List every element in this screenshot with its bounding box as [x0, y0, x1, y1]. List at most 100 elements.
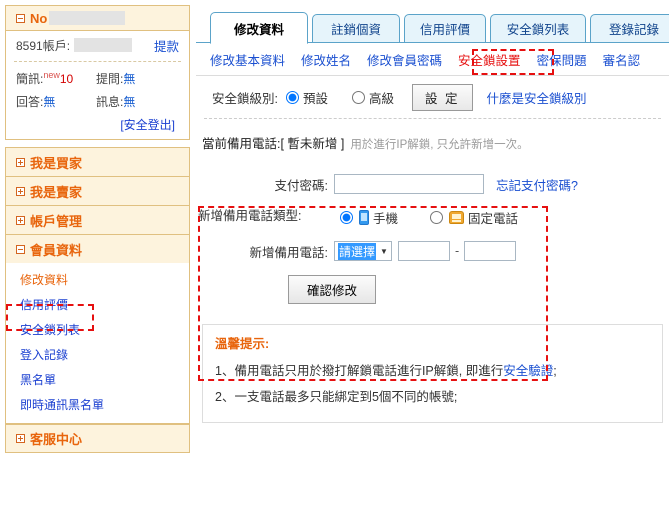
account-label: 8591帳戶: [16, 38, 71, 53]
pay-password-row: 支付密碼: 忘記支付密碼? [198, 174, 669, 194]
submenu-item-basic-info[interactable]: 修改基本資料 [210, 50, 285, 69]
submenu-item-verification[interactable]: 審名認 [603, 50, 641, 69]
stat-message-label: 訊息: [96, 95, 124, 109]
new-phone-separator: - [454, 244, 460, 258]
phone-type-row: 新增備用電話類型: 手機 固定電話 [198, 208, 669, 227]
new-phone-label: 新增備用電話: [249, 245, 328, 260]
submenu-item-lock-setting[interactable]: 安全鎖設置 [458, 50, 521, 69]
tab-strip: 修改資料 註銷個資 信用評價 安全鎖列表 登錄記錄 [196, 8, 669, 44]
sidebar-item-blacklist[interactable]: 黑名單 [6, 367, 189, 392]
stats-row-2: 回答:無 訊息:無 [16, 93, 179, 110]
set-button[interactable]: 設 定 [412, 83, 473, 111]
tips-panel: 溫馨提示: 1、備用電話只用於撥打解鎖電話進行IP解鎖, 即進行安全驗證; 2、… [202, 324, 663, 423]
lock-level-help-link[interactable]: 什麼是安全鎖級別 [487, 88, 587, 107]
sidebar-section-buyer[interactable]: 我是買家 [5, 147, 190, 176]
lock-level-option-default-label: 預設 [302, 91, 328, 106]
sidebar-section-member[interactable]: 會員資料 [5, 234, 190, 263]
sidebar-item-login-record[interactable]: 登入記錄 [6, 342, 189, 367]
plus-toggle-icon[interactable] [16, 215, 25, 225]
confirm-modify-button[interactable]: 確認修改 [288, 275, 377, 304]
submenu-item-change-password[interactable]: 修改會員密碼 [367, 50, 442, 69]
lock-level-option-advanced-label: 高級 [369, 91, 395, 106]
mobile-phone-icon [359, 210, 369, 225]
sidebar-section-support[interactable]: 客服中心 [5, 424, 190, 453]
lock-level-radio-default[interactable] [285, 90, 299, 104]
phone-type-radio-mobile[interactable] [340, 211, 353, 224]
stat-sms-value[interactable]: 10 [60, 72, 73, 86]
stat-message-value[interactable]: 無 [123, 95, 135, 109]
new-phone-part2-input[interactable] [464, 241, 517, 261]
user-header: No [5, 5, 190, 31]
tips-title: 溫馨提示: [215, 337, 270, 351]
user-name-redacted [49, 11, 126, 25]
stat-sms-label: 簡訊: [16, 72, 44, 86]
phone-type-option-mobile-label: 手機 [373, 212, 399, 226]
lock-level-radio-advanced[interactable] [352, 90, 365, 104]
new-phone-area-select[interactable]: 請選擇 ▼ [334, 241, 392, 261]
tab-cancel-account[interactable]: 註銷個資 [312, 14, 400, 43]
telephone-icon [449, 211, 465, 224]
new-phone-row: 新增備用電話: 請選擇 ▼ - [198, 241, 669, 261]
stat-question-label: 提問: [96, 72, 124, 86]
tab-login-record[interactable]: 登錄記錄 [590, 14, 669, 43]
sidebar-item-edit-profile[interactable]: 修改資料 [6, 267, 189, 292]
sidebar-section-account-label: 帳戶管理 [30, 213, 83, 229]
lock-level-label: 安全鎖級別: [212, 91, 278, 106]
minus-toggle-icon[interactable] [16, 13, 25, 23]
sidebar-section-seller[interactable]: 我是賣家 [5, 176, 190, 205]
phone-type-options: 手機 固定電話 [334, 208, 518, 227]
current-backup-phone-label: 當前備用電話: [202, 137, 281, 151]
pay-password-label: 支付密碼: [274, 178, 328, 193]
stats-row-1: 簡訊:new10 提問:無 [16, 70, 179, 87]
pay-password-input[interactable] [334, 174, 484, 194]
current-backup-phone-value: [ 暫未新增 ] [280, 137, 345, 151]
tips-item-1-suffix: ; [553, 364, 557, 378]
secure-logout-link[interactable]: [安全登出] [120, 118, 175, 132]
tab-login-record-label: 登錄記錄 [608, 23, 659, 37]
sidebar-submenu-member: 修改資料 信用評價 安全鎖列表 登入記錄 黑名單 即時通訊黑名單 [5, 263, 190, 424]
withdraw-link[interactable]: 提款 [154, 36, 179, 55]
forgot-pay-password-link[interactable]: 忘記支付密碼? [496, 175, 578, 194]
sidebar-section-support-label: 客服中心 [30, 432, 83, 447]
sidebar-item-credit-rating[interactable]: 信用評價 [6, 292, 189, 317]
tab-credit-rating[interactable]: 信用評價 [404, 14, 486, 43]
phone-type-radio-landline[interactable] [430, 211, 444, 224]
tips-item-2: 2、一支電話最多只能綁定到5個不同的帳號; [215, 386, 650, 405]
sidebar: No 8591帳戶: 提款 簡訊:new10 提問:無 回答:無 訊息:無 [安… [5, 5, 190, 453]
user-header-prefix: No [30, 10, 48, 26]
stats-block: 簡訊:new10 提問:無 回答:無 訊息:無 [安全登出] [5, 64, 190, 140]
plus-toggle-icon[interactable] [16, 157, 25, 167]
stat-question-value[interactable]: 無 [123, 72, 135, 86]
chevron-down-icon: ▼ [380, 246, 388, 256]
sidebar-nav: 我是買家 我是賣家 帳戶管理 會員資料 修改資料 信用評價 安全鎖列表 登入記錄… [5, 147, 190, 453]
stat-answer-value[interactable]: 無 [43, 95, 55, 109]
security-verification-link[interactable]: 安全驗證 [503, 364, 553, 378]
page-root: No 8591帳戶: 提款 簡訊:new10 提問:無 回答:無 訊息:無 [安… [0, 0, 669, 508]
backup-phone-form: 支付密碼: 忘記支付密碼? 新增備用電話類型: 手機 固定電話 新增備用電話: [198, 162, 669, 318]
tips-item-2-prefix: 2、一支電話最多只能綁定到5個不同的帳號; [215, 390, 458, 404]
stat-question: 提問:無 [96, 70, 176, 87]
plus-toggle-icon[interactable] [16, 186, 25, 196]
sidebar-section-account[interactable]: 帳戶管理 [5, 205, 190, 234]
submenu-item-change-name[interactable]: 修改姓名 [301, 50, 351, 69]
current-backup-phone-row: 當前備用電話:[ 暫未新增 ] 用於進行IP解鎖, 只允許新增一次。 [196, 119, 669, 162]
minus-toggle-icon[interactable] [16, 244, 25, 254]
tab-lock-list-label: 安全鎖列表 [506, 23, 570, 37]
submit-row: 確認修改 [198, 275, 669, 304]
new-phone-part1-input[interactable] [397, 241, 450, 261]
plus-toggle-icon[interactable] [16, 434, 25, 443]
tab-edit-profile-label: 修改資料 [233, 22, 284, 37]
stat-sms: 簡訊:new10 [16, 70, 96, 87]
phone-type-label: 新增備用電話類型: [198, 209, 302, 223]
sidebar-section-member-label: 會員資料 [30, 242, 83, 258]
stat-sms-badge: new [43, 70, 60, 80]
submenu-item-security-question[interactable]: 密保問題 [537, 50, 587, 69]
phone-type-option-landline-label: 固定電話 [468, 212, 519, 226]
sidebar-divider [5, 59, 190, 64]
tab-cancel-account-label: 註銷個資 [330, 23, 381, 37]
tab-edit-profile[interactable]: 修改資料 [210, 12, 308, 44]
sidebar-item-im-blacklist[interactable]: 即時通訊黑名單 [6, 392, 189, 417]
main-content: 修改資料 註銷個資 信用評價 安全鎖列表 登錄記錄 修改基本資料 修改姓名 修改… [196, 0, 669, 508]
sidebar-item-lock-list[interactable]: 安全鎖列表 [6, 317, 189, 342]
tab-lock-list[interactable]: 安全鎖列表 [490, 14, 586, 43]
